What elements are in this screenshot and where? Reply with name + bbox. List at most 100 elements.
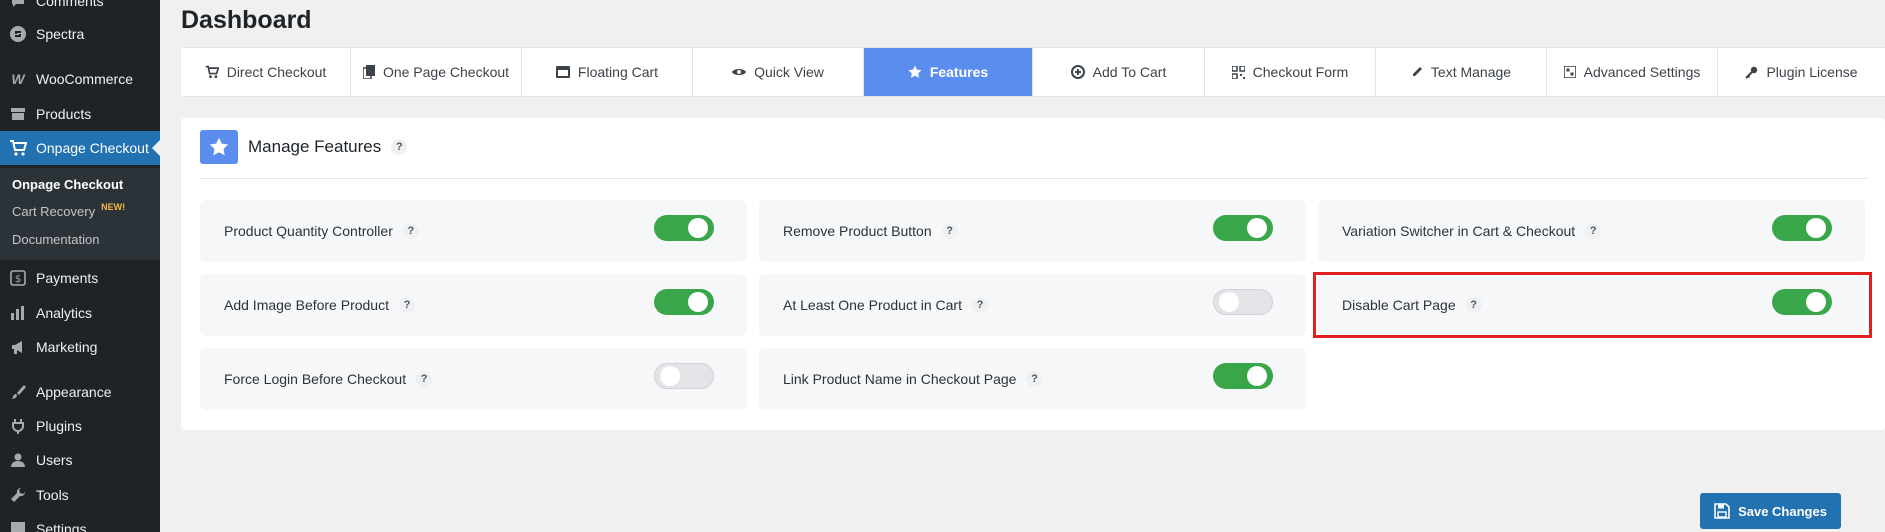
- feature-label: Force Login Before Checkout: [224, 371, 407, 387]
- feature-card-add-image-before-product: Add Image Before Product ?: [200, 274, 747, 336]
- tab-text-manage[interactable]: Text Manage: [1376, 48, 1547, 96]
- tab-checkout-form[interactable]: Checkout Form: [1205, 48, 1376, 96]
- tab-label: One Page Checkout: [382, 64, 510, 80]
- toggle-knob: [688, 292, 708, 312]
- help-icon[interactable]: ?: [971, 297, 988, 313]
- tab-label: Advanced Settings: [1583, 64, 1701, 80]
- feature-toggle[interactable]: [654, 215, 714, 241]
- sidebar-item-products[interactable]: Products: [0, 97, 160, 131]
- tab-direct-checkout[interactable]: Direct Checkout: [181, 48, 351, 96]
- help-icon[interactable]: ?: [941, 223, 958, 239]
- feature-card-force-login: Force Login Before Checkout ?: [200, 348, 747, 410]
- feature-label: At Least One Product in Cart: [783, 297, 962, 313]
- sidebar-item-label: Comments: [36, 0, 104, 9]
- sidebar-item-spectra[interactable]: Spectra: [0, 17, 160, 51]
- feature-label: Product Quantity Controller: [224, 223, 393, 239]
- sidebar-item-label: Settings: [36, 521, 87, 532]
- tab-label: Plugin License: [1766, 64, 1858, 80]
- tab-floating-cart[interactable]: Floating Cart: [522, 48, 693, 96]
- tab-quick-view[interactable]: Quick View: [693, 48, 864, 96]
- tab-label: Direct Checkout: [226, 64, 327, 80]
- copy-icon: [362, 65, 375, 79]
- user-icon: [8, 450, 28, 470]
- help-icon[interactable]: ?: [416, 371, 433, 387]
- toggle-knob: [1247, 366, 1267, 386]
- sidebar-item-label: Analytics: [36, 305, 93, 321]
- submenu-cart-recovery-label: Cart Recovery: [12, 204, 96, 219]
- tab-advanced-settings[interactable]: Advanced Settings: [1547, 48, 1718, 96]
- toggle-knob: [688, 218, 708, 238]
- submenu-onpage-checkout[interactable]: Onpage Checkout: [12, 177, 123, 192]
- help-icon[interactable]: ?: [1585, 223, 1602, 239]
- feature-toggle[interactable]: [654, 363, 714, 389]
- new-badge: NEW!: [101, 202, 126, 212]
- sidebar-item-plugins[interactable]: Plugins: [0, 409, 160, 443]
- sidebar-item-settings[interactable]: Settings: [0, 512, 160, 532]
- sidebar-submenu: Onpage Checkout Cart Recovery NEW! Docume…: [0, 168, 160, 260]
- feature-toggle[interactable]: [1213, 215, 1273, 241]
- tab-plugin-license[interactable]: Plugin License: [1718, 48, 1885, 96]
- star-icon: [908, 65, 922, 79]
- tab-label: Floating Cart: [577, 64, 659, 80]
- pencil-icon: [1411, 66, 1423, 78]
- submenu-cart-recovery[interactable]: Cart Recovery NEW!: [12, 202, 126, 219]
- help-icon[interactable]: ?: [391, 139, 408, 155]
- woocommerce-icon: W: [11, 71, 25, 87]
- feature-card-variation-switcher: Variation Switcher in Cart & Checkout ?: [1318, 200, 1865, 262]
- submenu-documentation[interactable]: Documentation: [12, 232, 99, 247]
- cart-icon: [8, 138, 28, 158]
- sidebar-item-label: Spectra: [36, 26, 85, 42]
- sidebar-item-users[interactable]: Users: [0, 443, 160, 477]
- tab-label: Checkout Form: [1252, 64, 1349, 80]
- brush-icon: [8, 382, 28, 402]
- help-icon[interactable]: ?: [1026, 371, 1043, 387]
- sidebar-item-appearance[interactable]: Appearance: [0, 375, 160, 409]
- feature-card-product-quantity-controller: Product Quantity Controller ?: [200, 200, 747, 262]
- sidebar-item-label: Appearance: [36, 384, 112, 400]
- sidebar-item-label: Products: [36, 106, 92, 122]
- sidebar-item-woocommerce[interactable]: W WooCommerce: [0, 62, 160, 96]
- feature-label: Remove Product Button: [783, 223, 932, 239]
- tab-add-to-cart[interactable]: Add To Cart: [1033, 48, 1205, 96]
- cart-icon: [205, 65, 219, 79]
- sidebar-item-label: WooCommerce: [36, 71, 133, 87]
- sidebar-item-comments[interactable]: Comments: [0, 0, 160, 18]
- help-icon[interactable]: ?: [399, 297, 415, 313]
- help-icon[interactable]: ?: [402, 223, 419, 239]
- sidebar-item-label: Marketing: [36, 339, 98, 355]
- sidebar-item-analytics[interactable]: Analytics: [0, 296, 160, 330]
- feature-card-remove-product-button: Remove Product Button ?: [759, 200, 1306, 262]
- highlight-box: [1313, 272, 1872, 338]
- star-icon: [200, 130, 238, 164]
- page-title: Dashboard: [181, 6, 312, 34]
- feature-card-at-least-one-product: At Least One Product in Cart ?: [759, 274, 1306, 336]
- feature-label: Link Product Name in Checkout Page: [783, 371, 1017, 387]
- tab-label: Quick View: [754, 64, 824, 80]
- sidebar-item-label: Plugins: [36, 418, 82, 434]
- bar-chart-icon: [8, 303, 28, 323]
- svg-text:$: $: [15, 274, 21, 285]
- tab-features[interactable]: Features: [864, 48, 1033, 96]
- feature-toggle[interactable]: [1213, 289, 1273, 315]
- sidebar-item-onpage-checkout[interactable]: Onpage Checkout: [0, 131, 160, 165]
- feature-toggle[interactable]: [1772, 215, 1832, 241]
- sidebar-item-payments[interactable]: $ Payments: [0, 261, 160, 295]
- save-changes-button[interactable]: Save Changes: [1700, 493, 1841, 529]
- sidebar-item-label: Users: [36, 452, 73, 468]
- toggle-knob: [1247, 218, 1267, 238]
- floppy-disk-icon: [1714, 503, 1730, 519]
- archive-icon: [8, 104, 28, 124]
- feature-label: Add Image Before Product: [224, 297, 389, 313]
- feature-toggle[interactable]: [1213, 363, 1273, 389]
- sidebar-item-label: Payments: [36, 270, 99, 286]
- megaphone-icon: [8, 337, 28, 357]
- window-icon: [555, 66, 570, 78]
- feature-toggle[interactable]: [654, 289, 714, 315]
- tab-one-page-checkout[interactable]: One Page Checkout: [351, 48, 522, 96]
- qr-icon: [1231, 65, 1245, 79]
- feature-tabs: Direct Checkout One Page Checkout Floati…: [181, 47, 1885, 97]
- save-changes-label: Save Changes: [1738, 503, 1827, 519]
- sidebar-item-marketing[interactable]: Marketing: [0, 330, 160, 364]
- sidebar-item-tools[interactable]: Tools: [0, 478, 160, 512]
- sliders-icon: [8, 519, 28, 532]
